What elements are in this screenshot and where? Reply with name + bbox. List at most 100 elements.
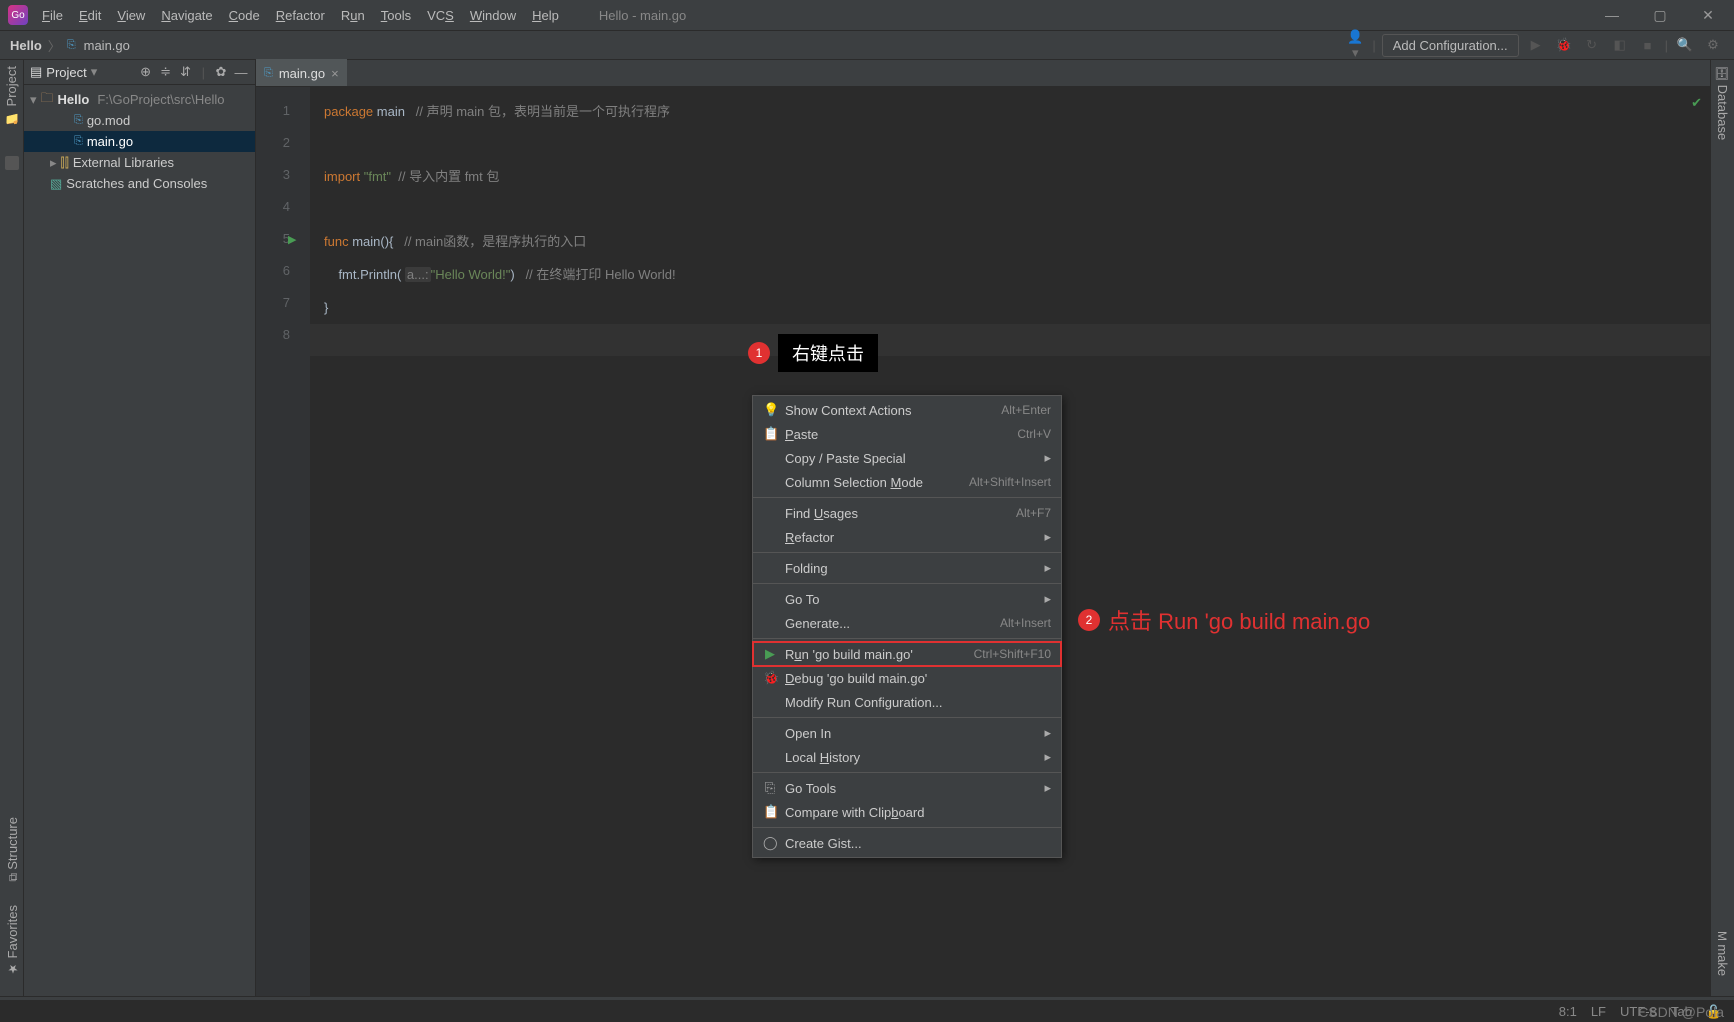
bookmarks-icon[interactable] (5, 156, 19, 170)
maximize-button[interactable]: ▢ (1646, 7, 1674, 24)
context-item[interactable]: 🐞 Debug 'go build main.go' (753, 666, 1061, 690)
menu-item-icon: 💡 (763, 402, 777, 418)
project-tree: ▾🗀HelloF:\GoProject\src\Hello ⎘go.mod ⎘m… (24, 85, 255, 194)
breadcrumb-file[interactable]: main.go (84, 38, 130, 53)
menu-item-label: Go Tools (785, 781, 1036, 796)
tool-make-tab[interactable]: M make (1715, 931, 1730, 976)
menu-item-label: Create Gist... (785, 836, 1051, 851)
run-gutter-icon[interactable]: ▶ (288, 224, 296, 256)
tree-gomod[interactable]: ⎘go.mod (24, 110, 255, 131)
menu-refactor[interactable]: Refactor (270, 5, 331, 26)
context-item[interactable]: Go To▸ (753, 587, 1061, 611)
project-panel-title[interactable]: Project (46, 65, 86, 80)
run-icon[interactable]: ▶ (1525, 37, 1547, 53)
context-item[interactable]: Folding▸ (753, 556, 1061, 580)
context-item[interactable]: ▶Run 'go build main.go'Ctrl+Shift+F10 (753, 642, 1061, 666)
menu-tools[interactable]: Tools (375, 5, 417, 26)
tool-database-tab[interactable]: 🗄 Database (1715, 66, 1730, 140)
toolbar-divider: | (1665, 38, 1668, 53)
context-item[interactable]: ⎘Go Tools▸ (753, 776, 1061, 800)
title-bar: Go File Edit View Navigate Code Refactor… (0, 0, 1734, 30)
chevron-right-icon: 〉 (48, 36, 61, 55)
context-menu: 💡Show Context ActionsAlt+Enter📋PasteCtrl… (752, 395, 1062, 858)
menu-item-icon: ▶ (763, 646, 777, 662)
context-item[interactable]: Open In▸ (753, 721, 1061, 745)
project-view-icon: ▤ (30, 64, 42, 80)
chevron-right-icon: ▸ (1044, 529, 1051, 545)
menu-edit[interactable]: Edit (73, 5, 107, 26)
menu-item-label: Modify Run Configuration... (785, 695, 1051, 710)
menu-item-icon: 📋 (763, 426, 777, 442)
menu-help[interactable]: Help (526, 5, 565, 26)
context-item[interactable]: 📋PasteCtrl+V (753, 422, 1061, 446)
user-icon[interactable]: 👤▾ (1344, 29, 1366, 61)
tree-scratches[interactable]: ▧Scratches and Consoles (24, 173, 255, 194)
menu-window[interactable]: Window (464, 5, 522, 26)
stop-icon[interactable]: ■ (1637, 38, 1659, 53)
annotation-label-1: 右键点击 (778, 334, 878, 372)
app-logo-icon: Go (8, 5, 28, 25)
tool-favorites-tab[interactable]: ★ Favorites (5, 905, 20, 976)
right-tool-stripe: 🗄 Database (1710, 60, 1734, 996)
context-item[interactable]: Local History▸ (753, 745, 1061, 769)
menu-run[interactable]: Run (335, 5, 371, 26)
context-item[interactable]: Copy / Paste Special ▸ (753, 446, 1061, 470)
line-separator[interactable]: LF (1591, 1004, 1606, 1019)
menu-item-label: Compare with Clipboard (785, 805, 1051, 820)
coverage-icon[interactable]: ↻ (1581, 37, 1603, 53)
menu-view[interactable]: View (111, 5, 151, 26)
tree-root[interactable]: ▾🗀HelloF:\GoProject\src\Hello (24, 89, 255, 110)
chevron-right-icon: ▸ (1044, 591, 1051, 607)
context-item[interactable]: Column Selection ModeAlt+Shift+Insert (753, 470, 1061, 494)
debug-icon[interactable]: 🐞 (1553, 37, 1575, 53)
scratch-icon: ▧ (50, 176, 62, 192)
tree-main-go[interactable]: ⎘main.go (24, 131, 255, 152)
tool-project-tab[interactable]: 📁 Project (4, 66, 19, 124)
chevron-right-icon: ▸ (1044, 450, 1051, 466)
go-file-icon: ⎘ (74, 114, 83, 127)
menu-file[interactable]: File (36, 5, 69, 26)
add-configuration-button[interactable]: Add Configuration... (1382, 34, 1519, 57)
settings-icon[interactable]: ⚙ (1702, 37, 1724, 53)
menu-item-label: Copy / Paste Special (785, 451, 1036, 466)
hide-icon[interactable]: — (233, 65, 249, 80)
close-tab-icon[interactable]: × (331, 66, 339, 81)
library-icon: ⫿⫿ (61, 155, 69, 171)
context-item[interactable]: Refactor▸ (753, 525, 1061, 549)
expand-all-icon[interactable]: ≑ (158, 64, 174, 80)
tree-external-libs[interactable]: ▸⫿⫿External Libraries (24, 152, 255, 173)
menu-item-label: Debug 'go build main.go' (785, 671, 1051, 686)
context-item[interactable]: 📋 Compare with Clipboard (753, 800, 1061, 824)
context-item[interactable]: Modify Run Configuration... (753, 690, 1061, 714)
context-item[interactable]: ◯Create Gist... (753, 831, 1061, 855)
breadcrumb-project[interactable]: Hello (10, 38, 42, 53)
context-item[interactable]: Generate...Alt+Insert (753, 611, 1061, 635)
gear-icon[interactable]: ✿ (213, 64, 229, 80)
profile-icon[interactable]: ◧ (1609, 37, 1631, 53)
status-bar: 8:1 LF UTF-8 Tab 🔓 (0, 1000, 1734, 1022)
inspection-ok-icon[interactable]: ✔ (1691, 95, 1702, 111)
menu-shortcut: Alt+Shift+Insert (969, 475, 1051, 489)
annotation-label-2: 点击 Run 'go build main.go (1108, 604, 1370, 636)
caret-position[interactable]: 8:1 (1559, 1004, 1577, 1019)
menu-vcs[interactable]: VCS (421, 5, 460, 26)
menu-item-icon: 🐞 (763, 670, 777, 686)
minimize-button[interactable]: — (1598, 7, 1626, 24)
context-item[interactable]: 💡Show Context ActionsAlt+Enter (753, 398, 1061, 422)
tool-structure-tab[interactable]: ⧉ Structure (5, 817, 20, 882)
collapse-all-icon[interactable]: ⇵ (178, 64, 194, 80)
editor-tabs: ⎘main.go× (256, 60, 1710, 87)
right-tool-stripe-bottom: M make (1715, 931, 1730, 976)
tab-main-go[interactable]: ⎘main.go× (256, 59, 347, 86)
search-icon[interactable]: 🔍 (1674, 37, 1696, 53)
menu-item-label: Generate... (785, 616, 992, 631)
toolbar-divider: | (198, 65, 209, 80)
context-item[interactable]: Find UsagesAlt+F7 (753, 501, 1061, 525)
close-button[interactable]: ✕ (1694, 7, 1722, 24)
locate-icon[interactable]: ⊕ (138, 64, 154, 80)
menu-item-label: Paste (785, 427, 1009, 442)
menu-navigate[interactable]: Navigate (155, 5, 218, 26)
menu-code[interactable]: Code (223, 5, 266, 26)
menu-item-icon: ⎘ (763, 780, 777, 796)
menu-item-icon: 📋 (763, 804, 777, 820)
